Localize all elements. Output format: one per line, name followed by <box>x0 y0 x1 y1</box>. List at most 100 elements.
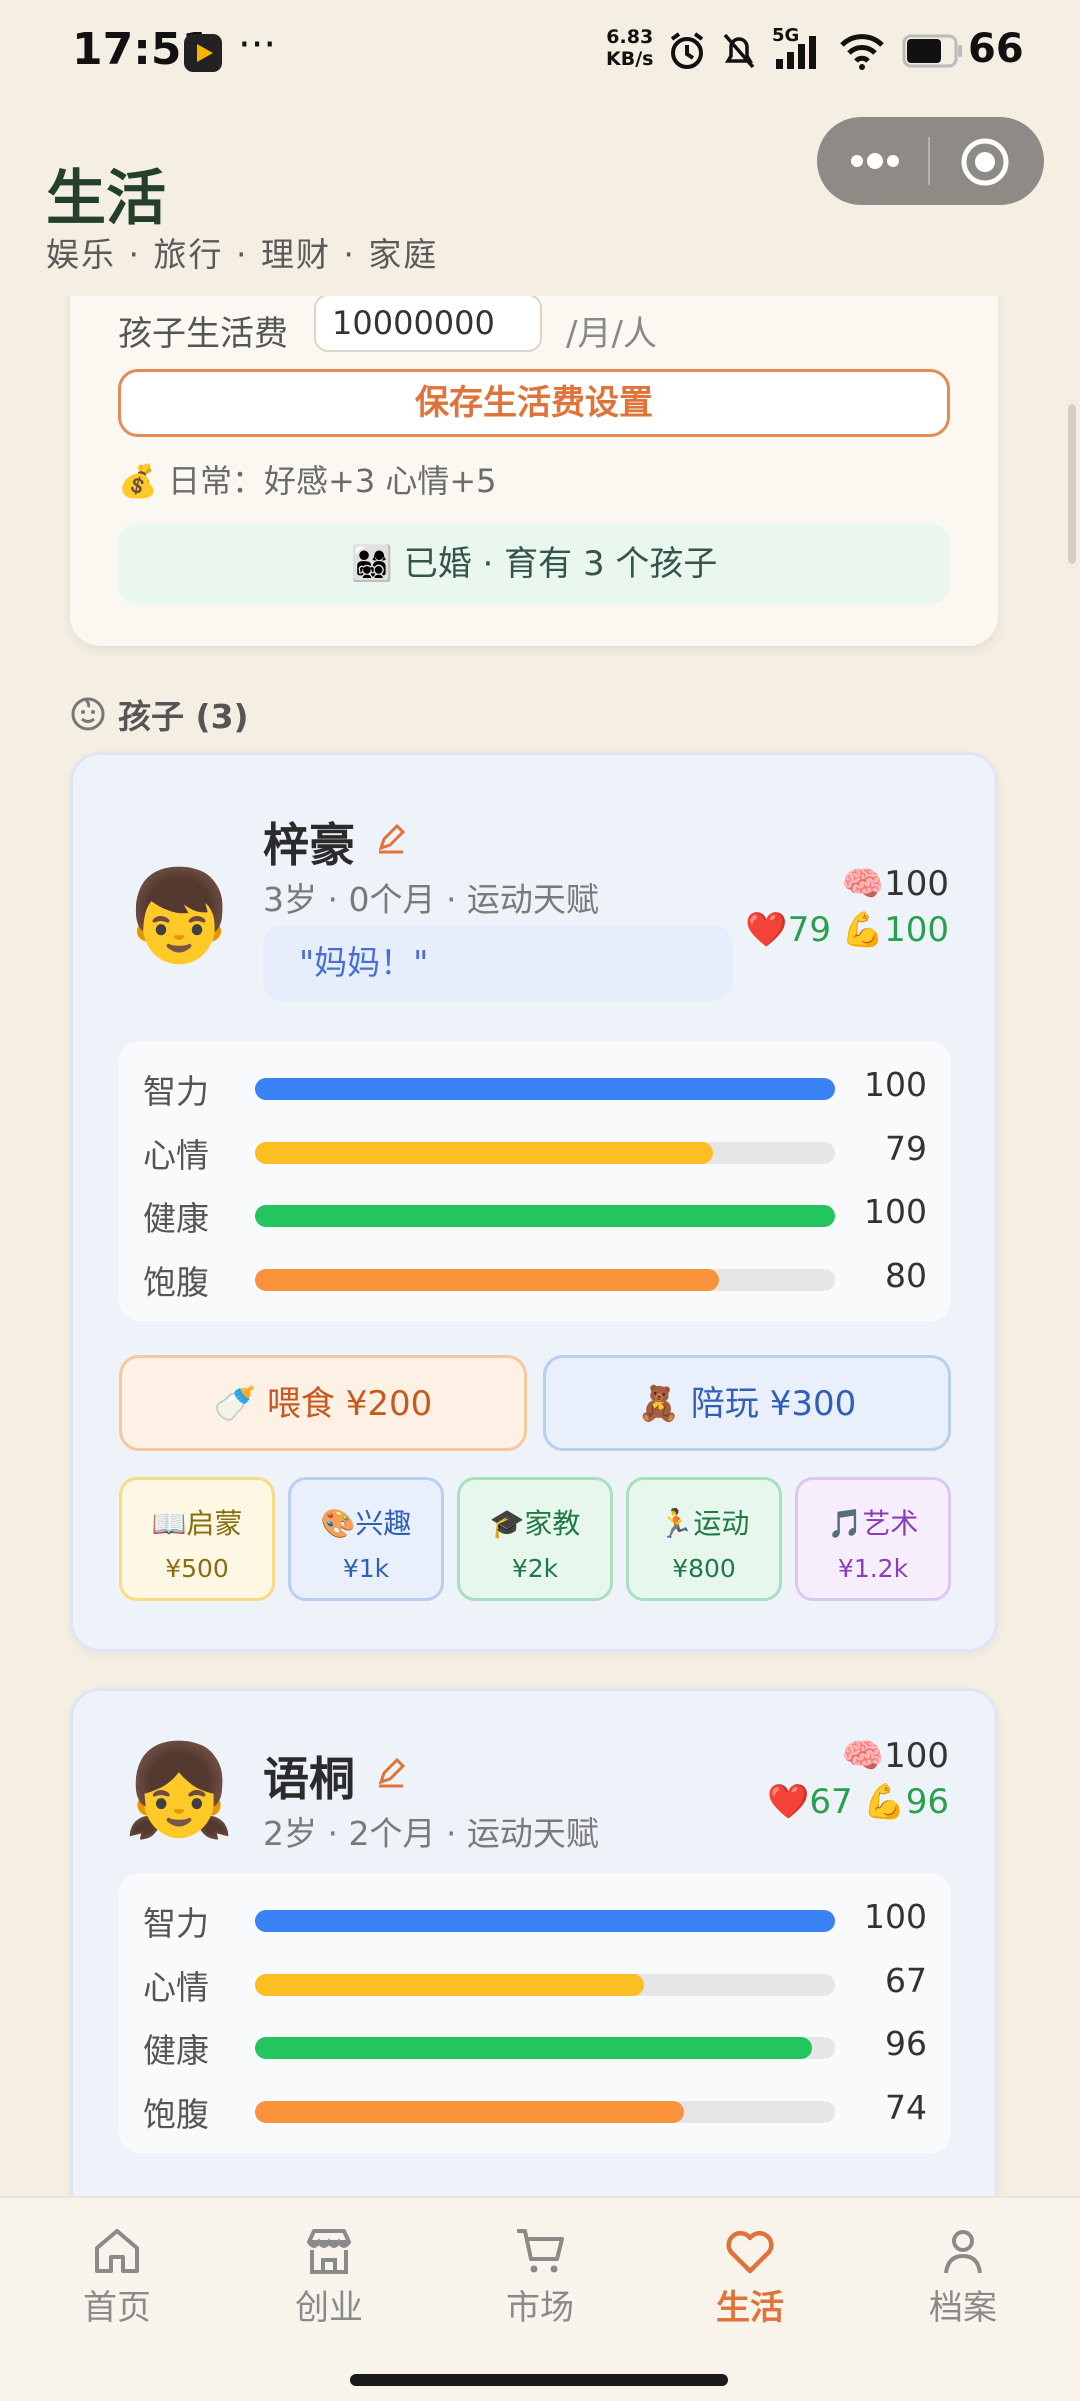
stat-fill <box>255 1974 644 1996</box>
network-speed: 6.83 KB/s <box>606 26 654 70</box>
course-price: ¥1k <box>342 1554 390 1583</box>
signal-5g-icon: 5G <box>772 25 822 71</box>
tab-life[interactable]: 生活 <box>680 2226 820 2329</box>
stat-label: 饱腹 <box>143 1263 209 1302</box>
child-summary-stats: 🧠100 ❤️79 💪100 <box>745 861 949 953</box>
status-icons: 5G <box>668 25 964 76</box>
child-mood-health: ❤️79 💪100 <box>745 910 949 950</box>
store-icon <box>307 2229 351 2274</box>
course-art-button[interactable]: 🎵艺术 ¥1.2k <box>795 1477 951 1601</box>
course-enlightenment-button[interactable]: 📖启蒙 ¥500 <box>119 1477 275 1601</box>
daily-effect-text: 💰 日常：好感+3 心情+5 <box>118 462 497 500</box>
status-bar: 17:51 ··· 6.83 KB/s 5G 66 <box>0 0 1080 105</box>
children-section-header: 孩子 (3) <box>70 690 249 738</box>
child-name: 梓豪 <box>263 818 355 872</box>
tab-label: 首页 <box>83 2288 151 2328</box>
child-meta: 3岁 · 0个月 · 运动天赋 <box>263 880 599 919</box>
wifi-icon <box>840 34 884 70</box>
stat-label: 智力 <box>143 1904 209 1943</box>
child-meta: 2岁 · 2个月 · 运动天赋 <box>263 1814 599 1853</box>
child-speech-bubble: "妈妈！" <box>263 925 733 1001</box>
capsule-divider <box>928 137 930 185</box>
stat-row-health: 健康 96 <box>119 2020 951 2070</box>
course-tutor-button[interactable]: 🎓家教 ¥2k <box>457 1477 613 1601</box>
stat-track <box>255 1205 835 1227</box>
stat-value: 100 <box>864 1065 927 1104</box>
bottom-tab-bar: 首页 创业 市场 生活 档案 <box>0 2196 1080 2401</box>
tab-business[interactable]: 创业 <box>259 2226 399 2329</box>
tab-market[interactable]: 市场 <box>470 2226 610 2329</box>
child-stat-bars: 智力 100 心情 79 健康 100 饱腹 80 <box>119 1041 951 1321</box>
edit-name-icon[interactable] <box>375 823 407 855</box>
living-fee-unit: /月/人 <box>566 314 657 354</box>
stat-value: 79 <box>885 1129 927 1168</box>
course-sports-button[interactable]: 🏃运动 ¥800 <box>626 1477 782 1601</box>
stat-value: 67 <box>885 1961 927 2000</box>
children-count-label: 孩子 (3) <box>118 697 249 736</box>
stat-value: 80 <box>885 1256 927 1295</box>
play-store-icon <box>184 34 222 72</box>
alarm-icon <box>670 32 704 69</box>
stat-label: 健康 <box>143 1199 209 1238</box>
scroll-content: 孩子生活费 /月/人 保存生活费设置 💰 日常：好感+3 心情+5 👨‍👩‍👧‍… <box>0 296 1080 2196</box>
stat-label: 饱腹 <box>143 2095 209 2134</box>
baby-face-icon <box>71 697 105 731</box>
course-price: ¥1.2k <box>837 1554 909 1583</box>
stat-track <box>255 1910 835 1932</box>
close-miniprogram-icon[interactable] <box>960 137 1010 187</box>
feed-button[interactable]: 🍼 喂食 ¥200 <box>119 1355 527 1451</box>
course-interest-button[interactable]: 🎨兴趣 ¥1k <box>288 1477 444 1601</box>
tab-label: 创业 <box>295 2288 363 2328</box>
stat-row-mood: 心情 79 <box>119 1125 951 1175</box>
tab-label: 市场 <box>506 2288 574 2328</box>
tab-home[interactable]: 首页 <box>47 2226 187 2329</box>
course-price: ¥2k <box>511 1554 559 1583</box>
child-iq: 🧠100 <box>841 1736 949 1776</box>
stat-label: 心情 <box>143 1136 209 1175</box>
education-courses: 📖启蒙 ¥500 🎨兴趣 ¥1k 🎓家教 ¥2k 🏃运动 ¥800 🎵艺术 ¥1… <box>119 1477 951 1601</box>
stat-track <box>255 1974 835 1996</box>
living-fee-input[interactable] <box>314 296 542 352</box>
battery-icon <box>902 34 962 68</box>
course-name: 🎨兴趣 <box>320 1507 412 1540</box>
stat-row-satiety: 饱腹 80 <box>119 1252 951 1302</box>
stat-fill <box>255 1269 719 1291</box>
tab-profile[interactable]: 档案 <box>893 2226 1033 2329</box>
family-status-badge: 👨‍👩‍👧‍👦 已婚 · 育有 3 个孩子 <box>118 524 950 604</box>
child-name: 语桐 <box>263 1752 355 1806</box>
heart-icon <box>726 2230 774 2274</box>
child-iq: 🧠100 <box>841 864 949 904</box>
battery-level: 66 <box>968 26 1024 72</box>
play-button[interactable]: 🧸 陪玩 ¥300 <box>543 1355 951 1451</box>
user-icon <box>944 2230 982 2274</box>
child-card: 👧 语桐 2岁 · 2个月 · 运动天赋 🧠100 ❤️67 💪96 智力 10… <box>70 1688 998 2196</box>
child-mood-health: ❤️67 💪96 <box>766 1782 949 1822</box>
child-summary-stats: 🧠100 ❤️67 💪96 <box>767 1733 949 1825</box>
stat-track <box>255 2037 835 2059</box>
stat-fill <box>255 2037 812 2059</box>
stat-value: 96 <box>885 2024 927 2063</box>
save-living-fee-button[interactable]: 保存生活费设置 <box>118 369 950 437</box>
course-name: 🏃运动 <box>658 1507 750 1540</box>
course-price: ¥500 <box>165 1554 229 1583</box>
stat-track <box>255 1142 835 1164</box>
mute-bell-icon <box>723 33 755 69</box>
stat-value: 100 <box>864 1897 927 1936</box>
home-indicator[interactable] <box>350 2374 728 2386</box>
tab-label: 档案 <box>929 2288 997 2328</box>
stat-row-intelligence: 智力 100 <box>119 1893 951 1943</box>
miniprogram-capsule <box>817 117 1044 205</box>
stat-row-satiety: 饱腹 74 <box>119 2084 951 2134</box>
stat-row-mood: 心情 67 <box>119 1957 951 2007</box>
stat-track <box>255 1269 835 1291</box>
course-name: 🎵艺术 <box>827 1507 919 1540</box>
child-actions: 🍼 喂食 ¥200 🧸 陪玩 ¥300 <box>119 1355 951 1451</box>
cart-icon <box>517 2229 564 2273</box>
child-avatar: 👧 <box>123 1738 236 1843</box>
course-name: 🎓家教 <box>489 1507 581 1540</box>
stat-value: 100 <box>864 1192 927 1231</box>
tab-label: 生活 <box>716 2288 784 2328</box>
more-options-icon[interactable] <box>849 149 901 173</box>
edit-name-icon[interactable] <box>375 1757 407 1789</box>
stat-row-health: 健康 100 <box>119 1188 951 1238</box>
